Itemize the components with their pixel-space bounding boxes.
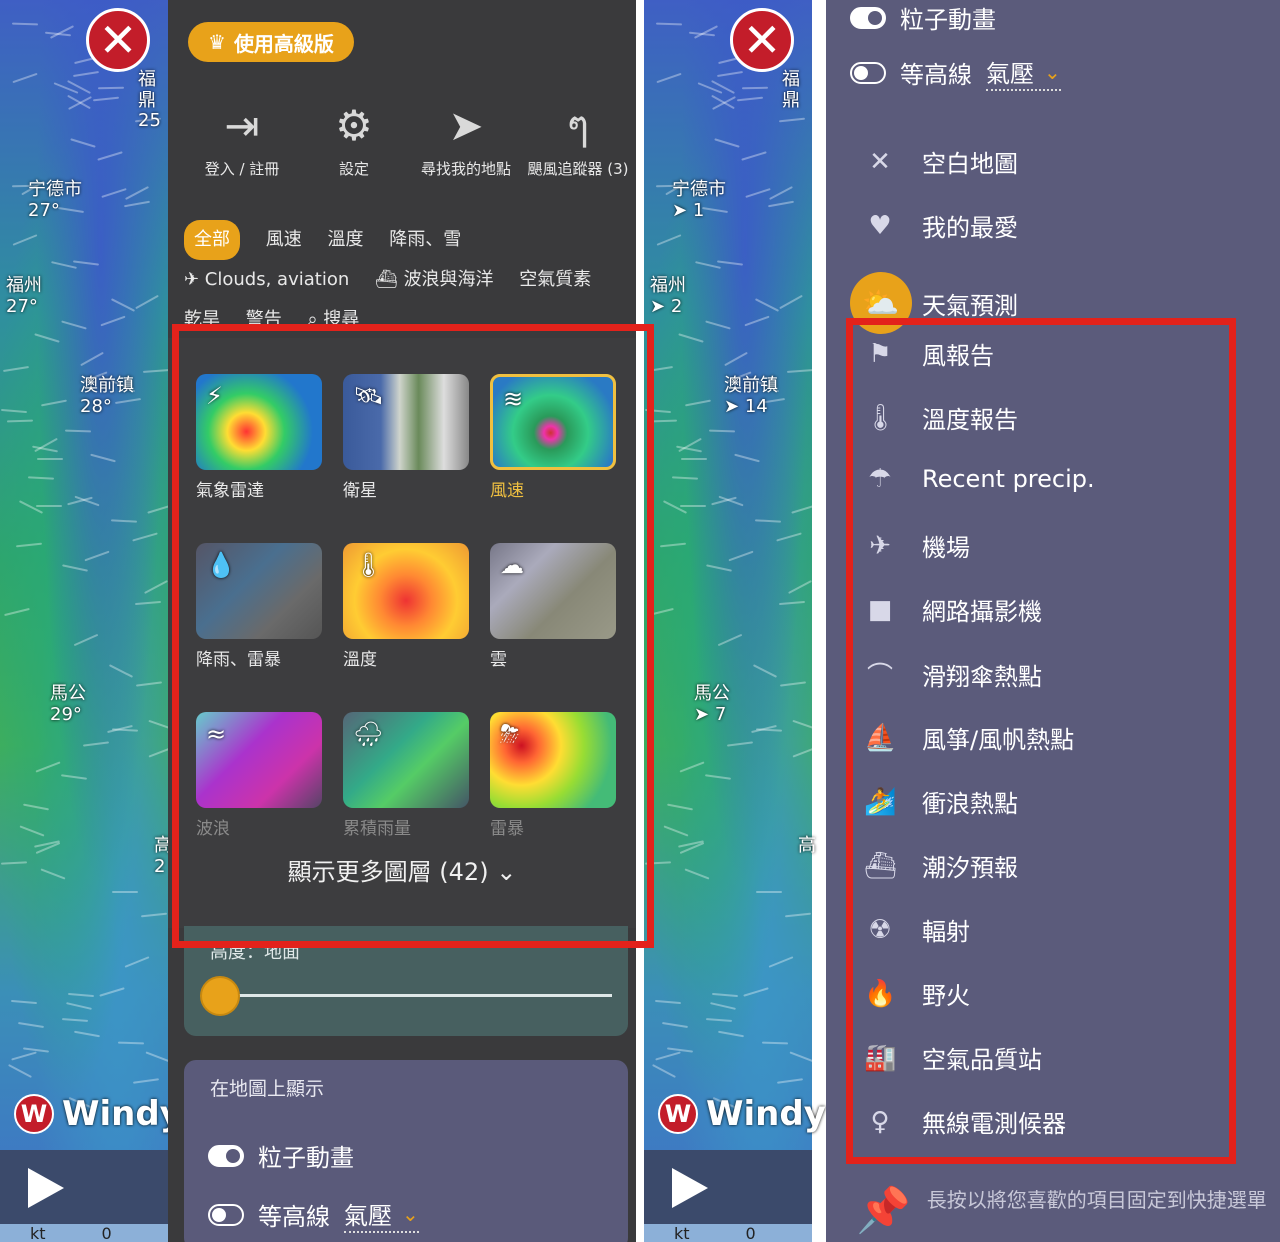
- wind-particles: [644, 0, 812, 1242]
- play-icon[interactable]: [28, 1168, 64, 1208]
- close-icon: ✕: [869, 146, 891, 177]
- timeline-bar: kt 0: [644, 1150, 812, 1242]
- tab-rain-snow[interactable]: 降雨、雪: [389, 220, 461, 260]
- category-tabs: 全部 風速 溫度 降雨、雪 ✈ Clouds, aviation ⛴ 波浪與海洋…: [184, 220, 624, 340]
- particles-row[interactable]: 粒子動畫: [208, 1138, 354, 1173]
- windy-logo: W Windy: [658, 1094, 826, 1134]
- city-label: 馬公 ➤ 7: [694, 683, 730, 725]
- menu-item-label: 天氣預測: [922, 291, 1018, 320]
- city-label: 宁德市 ➤ 1: [672, 179, 726, 221]
- premium-button[interactable]: ♛ 使用高級版: [188, 22, 354, 62]
- crown-icon: ♛: [208, 30, 226, 54]
- show-on-map-title: 在地圖上顯示: [210, 1078, 325, 1100]
- pin-hint: 📌 長按以將您喜歡的項目固定到快捷選單: [856, 1184, 1276, 1236]
- city-label: 福州 ➤ 2: [650, 275, 686, 317]
- login-icon: ⇥: [224, 101, 260, 150]
- altitude-slider-track[interactable]: [224, 994, 612, 997]
- contours-row[interactable]: 等高線 氣壓 ⌄: [850, 54, 1061, 91]
- altitude-slider-knob[interactable]: [200, 976, 240, 1016]
- tab-waves[interactable]: ⛴ 波浪與海洋: [375, 260, 494, 300]
- windy-mark-icon: W: [658, 1094, 698, 1134]
- gear-icon: ⚙: [335, 101, 373, 150]
- city-label: 福州 27°: [6, 275, 42, 317]
- tab-air-quality[interactable]: 空氣質素: [519, 260, 591, 300]
- top-actions: ⇥ 登入 / 註冊 ⚙ 設定 ➤ 尋找我的地點 ๆ 颶風追蹤器 (3): [186, 100, 636, 179]
- windy-mark-icon: W: [14, 1094, 54, 1134]
- scale-bar: kt 0: [0, 1224, 168, 1242]
- timeline-bar: kt 0: [0, 1150, 168, 1242]
- contours-row[interactable]: 等高線 氣壓 ⌄: [208, 1196, 419, 1233]
- city-label: 福鼎: [782, 69, 800, 111]
- close-button[interactable]: ✕: [86, 8, 150, 72]
- ship-icon: ⛴: [374, 269, 398, 290]
- show-on-map-card: 在地圖上顯示 粒子動畫 等高線 氣壓 ⌄: [184, 1060, 628, 1242]
- pin-icon: 📌: [856, 1185, 911, 1236]
- city-label: 澳前镇 ➤ 14: [724, 375, 778, 417]
- highlight-box-overlays: [846, 318, 1236, 1164]
- highlight-box-layers: [172, 324, 654, 948]
- tab-temperature[interactable]: 溫度: [327, 220, 363, 260]
- contours-toggle[interactable]: [850, 61, 886, 84]
- chevron-down-icon: ⌄: [1044, 59, 1061, 84]
- tab-clouds-aviation[interactable]: ✈ Clouds, aviation: [184, 260, 349, 300]
- menu-item[interactable]: ♥ 我的最愛: [864, 208, 1018, 243]
- particles-toggle[interactable]: [850, 6, 886, 29]
- pin-hint-text: 長按以將您喜歡的項目固定到快捷選單: [926, 1188, 1267, 1212]
- weather-map[interactable]: ✕ 福鼎 25 宁德市 27° 福州 27° 澳前镇 28° 馬公 29° 高2 W Wi…: [0, 0, 182, 1242]
- particles-label: 粒子動畫: [900, 6, 996, 34]
- play-icon[interactable]: [672, 1168, 708, 1208]
- menu-item-label: 空白地圖: [922, 150, 1018, 178]
- contours-dropdown[interactable]: 氣壓 ⌄: [344, 1196, 419, 1233]
- hurricane-icon: ๆ: [566, 101, 590, 150]
- tab-wind[interactable]: 風速: [266, 220, 302, 260]
- particles-label: 粒子動畫: [258, 1144, 354, 1172]
- city-label: 福鼎 25: [138, 69, 161, 132]
- scale-bar: kt 0: [644, 1224, 812, 1242]
- contours-toggle[interactable]: [208, 1203, 244, 1226]
- location-arrow-icon: ➤: [448, 101, 484, 150]
- contours-dropdown[interactable]: 氣壓 ⌄: [986, 54, 1061, 91]
- chevron-down-icon: ⌄: [402, 1201, 419, 1226]
- city-label: 宁德市 27°: [28, 179, 82, 221]
- find-location-button[interactable]: ➤ 尋找我的地點: [410, 100, 522, 179]
- wind-particles: [0, 0, 168, 1242]
- hurricane-tracker-button[interactable]: ๆ 颶風追蹤器 (3): [522, 100, 634, 179]
- contours-label: 等高線: [900, 61, 972, 89]
- weather-map[interactable]: ✕ 福鼎 宁德市 ➤ 1 福州 ➤ 2 澳前镇 ➤ 14 馬公 ➤ 7 高 W Wind…: [644, 0, 826, 1242]
- city-label: 澳前镇 28°: [80, 375, 134, 417]
- close-button[interactable]: ✕: [730, 8, 794, 72]
- contours-label: 等高線: [258, 1203, 330, 1231]
- menu-item[interactable]: ✕ 空白地圖: [864, 144, 1018, 179]
- heart-icon: ♥: [868, 210, 892, 241]
- menu-item-label: 我的最愛: [922, 214, 1018, 242]
- city-label: 馬公 29°: [50, 683, 86, 725]
- windy-logo: W Windy: [14, 1094, 182, 1134]
- login-button[interactable]: ⇥ 登入 / 註冊: [186, 100, 298, 179]
- particles-toggle[interactable]: [208, 1144, 244, 1167]
- city-label: 高: [798, 835, 816, 856]
- particles-row[interactable]: 粒子動畫: [850, 0, 996, 35]
- settings-button[interactable]: ⚙ 設定: [298, 100, 410, 179]
- tab-all[interactable]: 全部: [184, 220, 240, 260]
